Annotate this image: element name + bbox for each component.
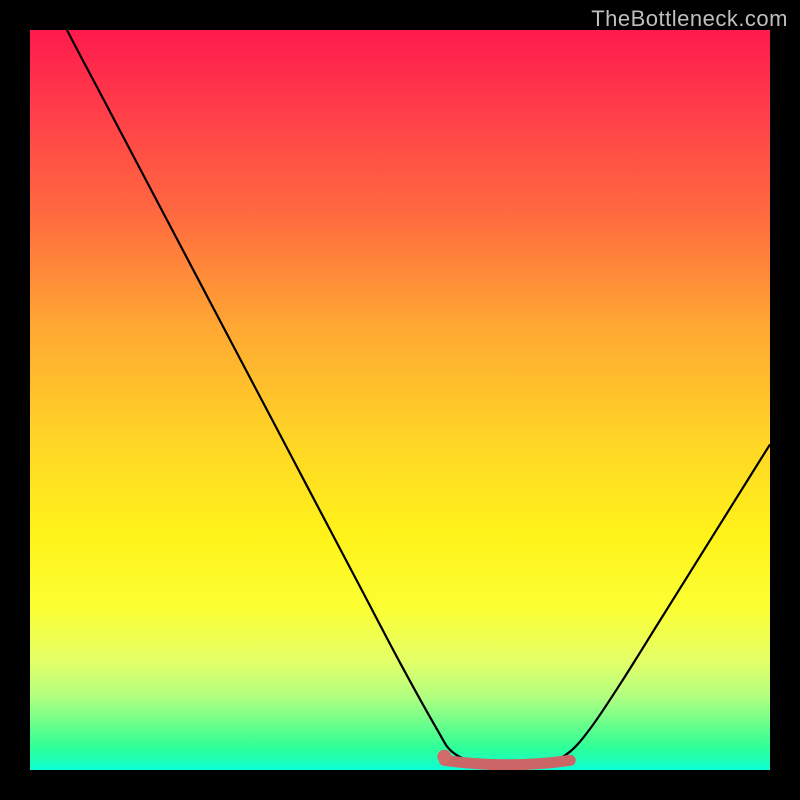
bottleneck-curve xyxy=(30,30,770,766)
curve-marker xyxy=(437,750,451,764)
plot-area xyxy=(30,30,770,770)
chart-svg xyxy=(30,30,770,770)
chart-frame: TheBottleneck.com xyxy=(0,0,800,800)
watermark-text: TheBottleneck.com xyxy=(591,6,788,32)
optimal-range-line xyxy=(444,760,570,765)
